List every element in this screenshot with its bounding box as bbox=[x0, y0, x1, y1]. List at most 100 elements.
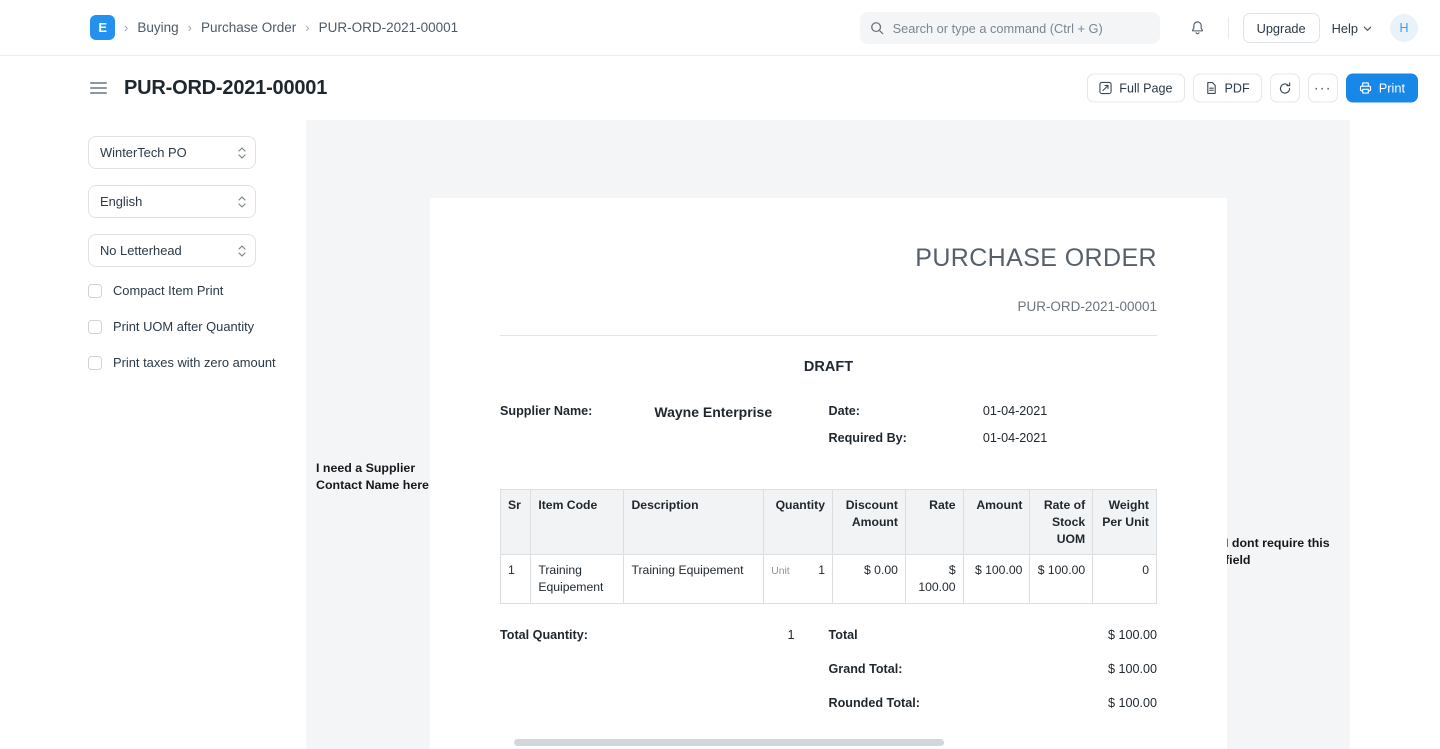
letterhead-value: No Letterhead bbox=[100, 243, 182, 258]
letterhead-select[interactable]: No Letterhead bbox=[88, 234, 256, 267]
table-row: 1 Training Equipement Training Equipemen… bbox=[499, 554, 1157, 605]
search-placeholder: Search or type a command (Ctrl + G) bbox=[892, 20, 1103, 36]
full-page-label: Full Page bbox=[1119, 81, 1173, 95]
totals-block: Total $ 100.00 Grand Total: $ 100.00 Rou… bbox=[829, 628, 1158, 730]
document-icon bbox=[1206, 82, 1216, 94]
page-header: PUR-ORD-2021-00001 Full Page PDF ··· Pri… bbox=[0, 56, 1440, 120]
date-value: 01-04-2021 bbox=[982, 404, 1048, 418]
date-label: Date: bbox=[828, 404, 861, 418]
items-table: Sr Item Code Description Quantity Discou… bbox=[499, 488, 1157, 605]
notifications-button[interactable] bbox=[1182, 12, 1214, 44]
print-uom-after-quantity-checkbox[interactable] bbox=[88, 319, 102, 334]
breadcrumb-separator: › bbox=[124, 20, 129, 35]
annotation-weight-field: I dont require this field bbox=[1225, 536, 1330, 567]
help-menu[interactable]: Help bbox=[1320, 13, 1380, 43]
print-button[interactable]: Print bbox=[1345, 73, 1418, 103]
print-format-value: WinterTech PO bbox=[100, 145, 187, 160]
chevron-down-icon bbox=[1363, 26, 1372, 31]
pdf-button[interactable]: PDF bbox=[1192, 73, 1262, 103]
navbar-divider bbox=[1227, 17, 1229, 39]
printable-document: PURCHASE ORDER PUR-ORD-2021-00001 DRAFT … bbox=[430, 198, 1227, 749]
print-taxes-zero-amount-row[interactable]: Print taxes with zero amount bbox=[88, 355, 306, 370]
rounded-total-label: Rounded Total: bbox=[828, 696, 920, 711]
more-options-button[interactable]: ··· bbox=[1307, 73, 1338, 103]
compact-item-print-checkbox[interactable] bbox=[88, 283, 102, 298]
col-rate: Rate bbox=[904, 488, 964, 556]
select-arrows-icon bbox=[238, 146, 246, 159]
print-uom-after-quantity-row[interactable]: Print UOM after Quantity bbox=[88, 319, 306, 334]
page-title: PUR-ORD-2021-00001 bbox=[124, 76, 328, 99]
select-arrows-icon bbox=[238, 195, 246, 208]
supplier-info-column: Supplier Name: Wayne Enterprise bbox=[500, 404, 829, 458]
document-title: PURCHASE ORDER bbox=[915, 244, 1157, 272]
bell-icon bbox=[1192, 20, 1203, 34]
cell-quantity: Unit 1 bbox=[763, 554, 834, 605]
col-description: Description bbox=[623, 488, 765, 556]
date-row: Date: 01-04-2021 bbox=[829, 404, 1158, 418]
language-select[interactable]: English bbox=[88, 185, 256, 218]
cell-weight-per-unit: 0 bbox=[1092, 554, 1157, 605]
navbar-right-group: Search or type a command (Ctrl + G) Upgr… bbox=[859, 0, 1440, 56]
required-by-label: Required By: bbox=[828, 431, 907, 445]
date-info-column: Date: 01-04-2021 Required By: 01-04-2021 bbox=[829, 404, 1158, 458]
document-order-number: PUR-ORD-2021-00001 bbox=[1017, 299, 1157, 314]
horizontal-scrollbar[interactable] bbox=[514, 739, 944, 746]
grand-total-label: Grand Total: bbox=[828, 662, 903, 677]
print-taxes-zero-amount-label: Print taxes with zero amount bbox=[113, 355, 276, 370]
print-settings-sidebar: WinterTech PO English No Letterhead Comp… bbox=[0, 120, 306, 749]
search-icon bbox=[870, 22, 883, 35]
document-status: DRAFT bbox=[803, 359, 854, 375]
document-preview-pane: I need a Supplier Contact Name here I do… bbox=[306, 120, 1350, 749]
menu-icon[interactable] bbox=[90, 81, 107, 95]
compact-item-print-row[interactable]: Compact Item Print bbox=[88, 283, 306, 298]
compact-item-print-label: Compact Item Print bbox=[113, 283, 224, 298]
col-item-code: Item Code bbox=[530, 488, 625, 556]
rounded-total-value: $ 100.00 bbox=[1107, 696, 1157, 711]
breadcrumb-separator: › bbox=[187, 20, 192, 35]
breadcrumb-item-current[interactable]: PUR-ORD-2021-00001 bbox=[319, 20, 459, 35]
total-label: Total bbox=[828, 628, 858, 643]
total-row: Total $ 100.00 bbox=[829, 628, 1158, 642]
cell-amount: $ 100.00 bbox=[962, 554, 1031, 605]
cell-quantity-value: 1 bbox=[818, 563, 826, 578]
table-header-row: Sr Item Code Description Quantity Discou… bbox=[499, 488, 1157, 556]
col-quantity: Quantity bbox=[763, 488, 834, 556]
print-label: Print bbox=[1378, 80, 1405, 96]
required-by-value: 01-04-2021 bbox=[982, 431, 1048, 445]
total-quantity-label: Total Quantity: bbox=[500, 628, 588, 643]
supplier-name-row: Supplier Name: Wayne Enterprise bbox=[500, 404, 829, 420]
print-format-select[interactable]: WinterTech PO bbox=[88, 136, 256, 169]
breadcrumb: E › Buying › Purchase Order › PUR-ORD-20… bbox=[0, 15, 458, 40]
grand-total-value: $ 100.00 bbox=[1107, 662, 1157, 677]
cell-rate: $ 100.00 bbox=[904, 554, 964, 605]
body-wrapper: WinterTech PO English No Letterhead Comp… bbox=[0, 120, 1440, 749]
col-amount: Amount bbox=[962, 488, 1031, 556]
col-rate-of-stock-uom: Rate of Stock UOM bbox=[1029, 488, 1094, 556]
cell-quantity-uom: Unit bbox=[771, 566, 790, 578]
language-value: English bbox=[100, 194, 143, 209]
app-logo-icon[interactable]: E bbox=[90, 15, 115, 40]
upgrade-button[interactable]: Upgrade bbox=[1242, 13, 1320, 43]
breadcrumb-separator: › bbox=[305, 20, 310, 35]
annotation-supplier-contact: I need a Supplier Contact Name here bbox=[316, 461, 429, 492]
supplier-name-value: Wayne Enterprise bbox=[654, 404, 773, 420]
rounded-total-row: Rounded Total: $ 100.00 bbox=[829, 696, 1158, 710]
breadcrumb-item-buying[interactable]: Buying bbox=[137, 20, 178, 35]
col-weight-per-unit: Weight Per Unit bbox=[1092, 488, 1157, 556]
grand-total-row: Grand Total: $ 100.00 bbox=[829, 662, 1158, 676]
totals-section: Total Quantity: 1 Total $ 100.00 Grand T… bbox=[500, 628, 1157, 730]
print-taxes-zero-amount-checkbox[interactable] bbox=[88, 355, 102, 370]
search-input[interactable]: Search or type a command (Ctrl + G) bbox=[859, 12, 1160, 44]
full-page-button[interactable]: Full Page bbox=[1087, 73, 1185, 103]
supplier-name-label: Supplier Name: bbox=[500, 404, 593, 418]
cell-sr: 1 bbox=[499, 554, 532, 605]
col-discount-amount: Discount Amount bbox=[832, 488, 906, 556]
print-uom-after-quantity-label: Print UOM after Quantity bbox=[113, 319, 255, 334]
col-sr: Sr bbox=[499, 488, 532, 556]
refresh-button[interactable] bbox=[1269, 73, 1300, 103]
avatar[interactable]: H bbox=[1390, 14, 1418, 42]
expand-icon bbox=[1099, 81, 1112, 95]
breadcrumb-item-purchase-order[interactable]: Purchase Order bbox=[201, 20, 296, 35]
hamburger-bar bbox=[90, 87, 107, 89]
cell-rate-of-stock-uom: $ 100.00 bbox=[1029, 554, 1094, 605]
